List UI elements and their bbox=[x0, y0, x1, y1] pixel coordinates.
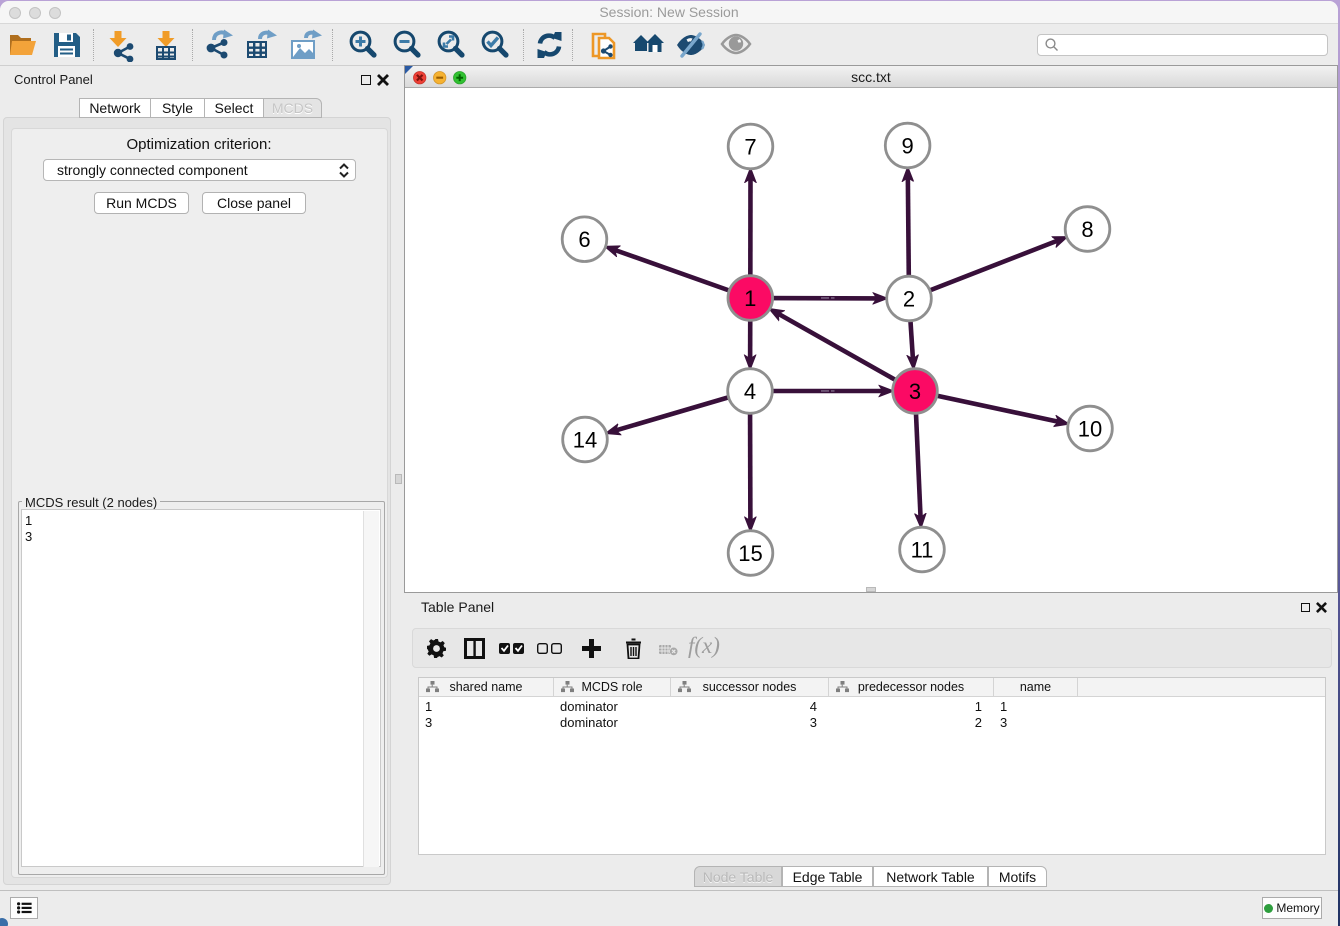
svg-text:3: 3 bbox=[909, 379, 921, 404]
svg-text:1: 1 bbox=[744, 286, 756, 311]
svg-text:9: 9 bbox=[901, 134, 913, 159]
svg-text:4: 4 bbox=[744, 379, 756, 404]
svg-text:15: 15 bbox=[738, 541, 762, 566]
svg-text:14: 14 bbox=[573, 428, 597, 453]
svg-text:6: 6 bbox=[578, 227, 590, 252]
svg-text:2: 2 bbox=[903, 287, 915, 312]
svg-text:8: 8 bbox=[1081, 217, 1093, 242]
svg-text:10: 10 bbox=[1078, 417, 1102, 442]
svg-text:7: 7 bbox=[744, 135, 756, 160]
svg-text:11: 11 bbox=[911, 538, 934, 563]
